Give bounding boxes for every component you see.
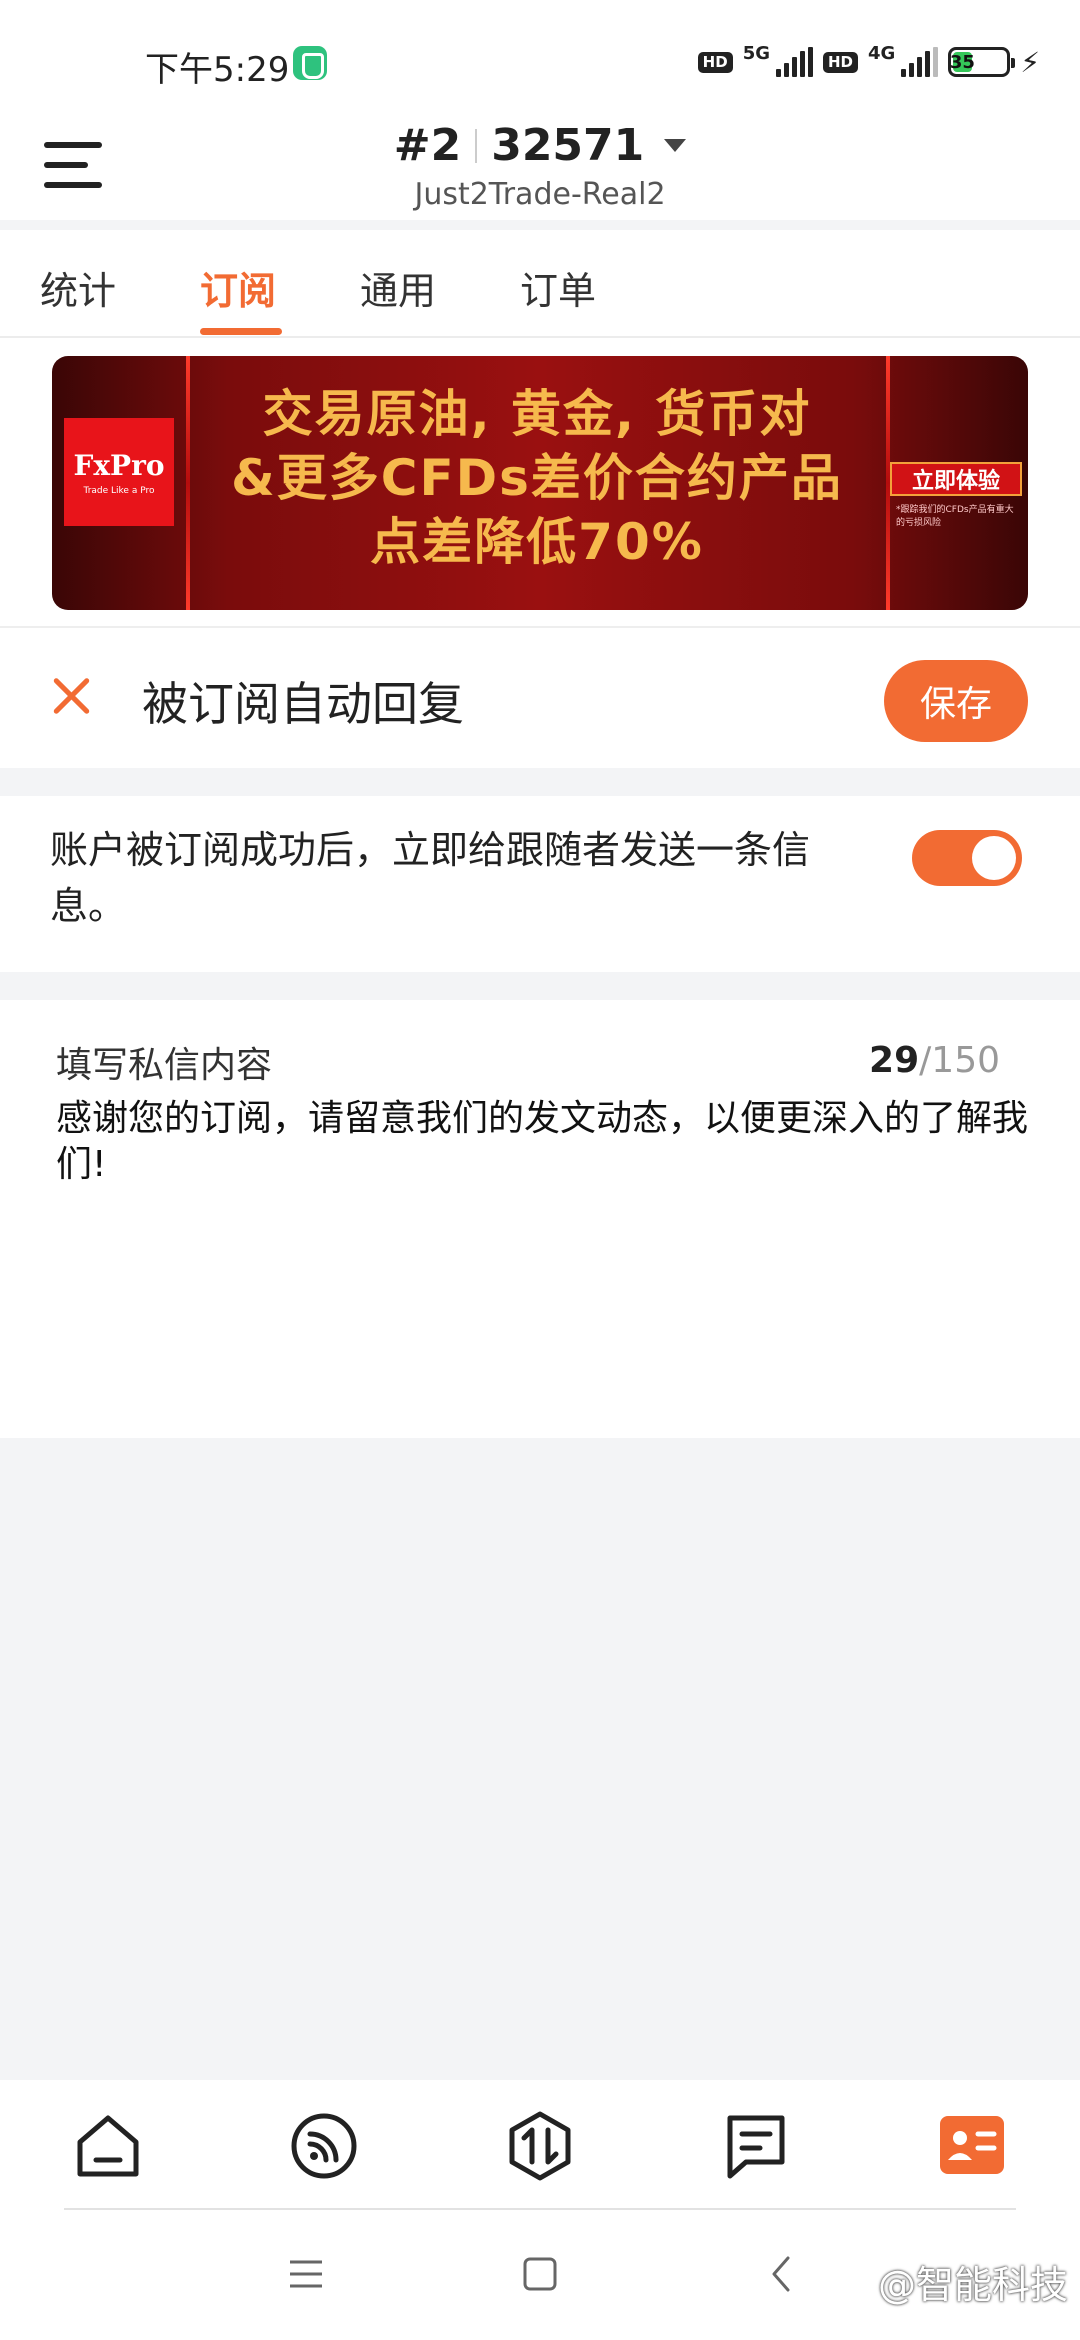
active-tab-indicator <box>200 328 282 335</box>
tab-orders[interactable]: 订单 <box>520 260 596 315</box>
app-header: #2 32571 Just2Trade-Real2 <box>0 110 1080 220</box>
banner-cta-button[interactable]: 立即体验 <box>890 462 1022 496</box>
hd-badge: HD <box>823 51 859 73</box>
message-editor: 填写私信内容 29/150 感谢您的订阅，请留意我们的发文动态，以便更深入的了解… <box>0 1000 1080 1438</box>
banner-headline: 交易原油, 黄金, 货币对 &更多CFDs差价合约产品 点差降低70% <box>192 382 882 574</box>
message-textarea[interactable]: 感谢您的订阅，请留意我们的发文动态，以便更深入的了解我们! <box>56 1096 1036 1188</box>
battery-icon: 35 <box>948 47 1016 77</box>
page-title: 被订阅自动回复 <box>142 677 464 731</box>
signal-strength-icon <box>901 47 939 77</box>
signal-strength-icon <box>776 47 813 77</box>
recent-apps-icon[interactable] <box>284 2252 328 2296</box>
auto-reply-setting: 账户被订阅成功后，立即给跟随者发送一条信息。 <box>0 796 1080 972</box>
banner-area: FxPro Trade Like a Pro 交易原油, 黄金, 货币对 &更多… <box>0 338 1080 626</box>
banner-line-2: &更多CFDs差价合约产品 <box>231 449 843 507</box>
back-icon[interactable] <box>760 2252 804 2296</box>
chevron-down-icon <box>664 139 687 152</box>
bottom-nav <box>0 2080 1080 2210</box>
tab-statistics[interactable]: 统计 <box>40 260 116 315</box>
watermark-text: @智能科技 <box>877 2263 1068 2307</box>
editor-title-row: 被订阅自动回复 保存 <box>0 626 1080 768</box>
save-button[interactable]: 保存 <box>884 660 1028 742</box>
logo-tagline: Trade Like a Pro <box>83 485 155 496</box>
auto-reply-description: 账户被订阅成功后，立即给跟随者发送一条信息。 <box>50 828 811 928</box>
account-server: Just2Trade-Real2 <box>414 177 666 212</box>
profile-card-icon[interactable] <box>936 2110 1008 2182</box>
banner-decoration <box>186 356 190 610</box>
char-counter: 29/150 <box>869 1040 1000 1081</box>
battery-level: 35 <box>949 51 975 73</box>
home-button-icon[interactable] <box>518 2252 562 2296</box>
network-type-label: 5G <box>742 42 770 64</box>
status-bar: 下午5:29 HD 5G HD 4G 35 ⚡ <box>0 0 1080 110</box>
message-icon[interactable] <box>720 2110 792 2182</box>
logo-text: FxPro <box>73 448 165 482</box>
network-type-label: 4G <box>868 42 896 64</box>
message-label: 填写私信内容 <box>56 1045 273 1086</box>
banner-line-3: 点差降低70% <box>370 513 704 571</box>
signal-feed-icon[interactable] <box>288 2110 360 2182</box>
status-time: 下午5:29 <box>145 50 290 90</box>
title-divider <box>475 128 478 163</box>
tab-bar: 统计 订阅 通用 订单 <box>0 230 1080 338</box>
banner-disclaimer: *跟踪我们的CFDs产品有重大的亏损风险 <box>896 505 1014 528</box>
account-rank: #2 <box>393 120 462 171</box>
banner-line-1: 交易原油, 黄金, 货币对 <box>262 385 812 443</box>
close-icon[interactable] <box>50 674 94 718</box>
trade-icon[interactable] <box>504 2110 576 2182</box>
char-count-max: /150 <box>919 1040 1000 1081</box>
fxpro-logo: FxPro Trade Like a Pro <box>64 418 174 526</box>
tab-general[interactable]: 通用 <box>360 260 436 315</box>
hd-badge: HD <box>697 51 733 73</box>
status-indicators: HD 5G HD 4G 35 ⚡ <box>697 40 1040 84</box>
tab-subscription[interactable]: 订阅 <box>200 260 276 315</box>
char-count-current: 29 <box>869 1040 920 1081</box>
auto-reply-toggle[interactable] <box>912 830 1022 886</box>
charging-icon: ⚡ <box>1020 45 1040 79</box>
security-app-icon <box>293 46 327 80</box>
toggle-knob <box>972 836 1016 880</box>
account-selector[interactable]: #2 32571 Just2Trade-Real2 <box>0 120 1080 212</box>
promo-banner[interactable]: FxPro Trade Like a Pro 交易原油, 黄金, 货币对 &更多… <box>52 356 1028 610</box>
account-number: 32571 <box>491 120 645 171</box>
home-icon[interactable] <box>72 2110 144 2182</box>
